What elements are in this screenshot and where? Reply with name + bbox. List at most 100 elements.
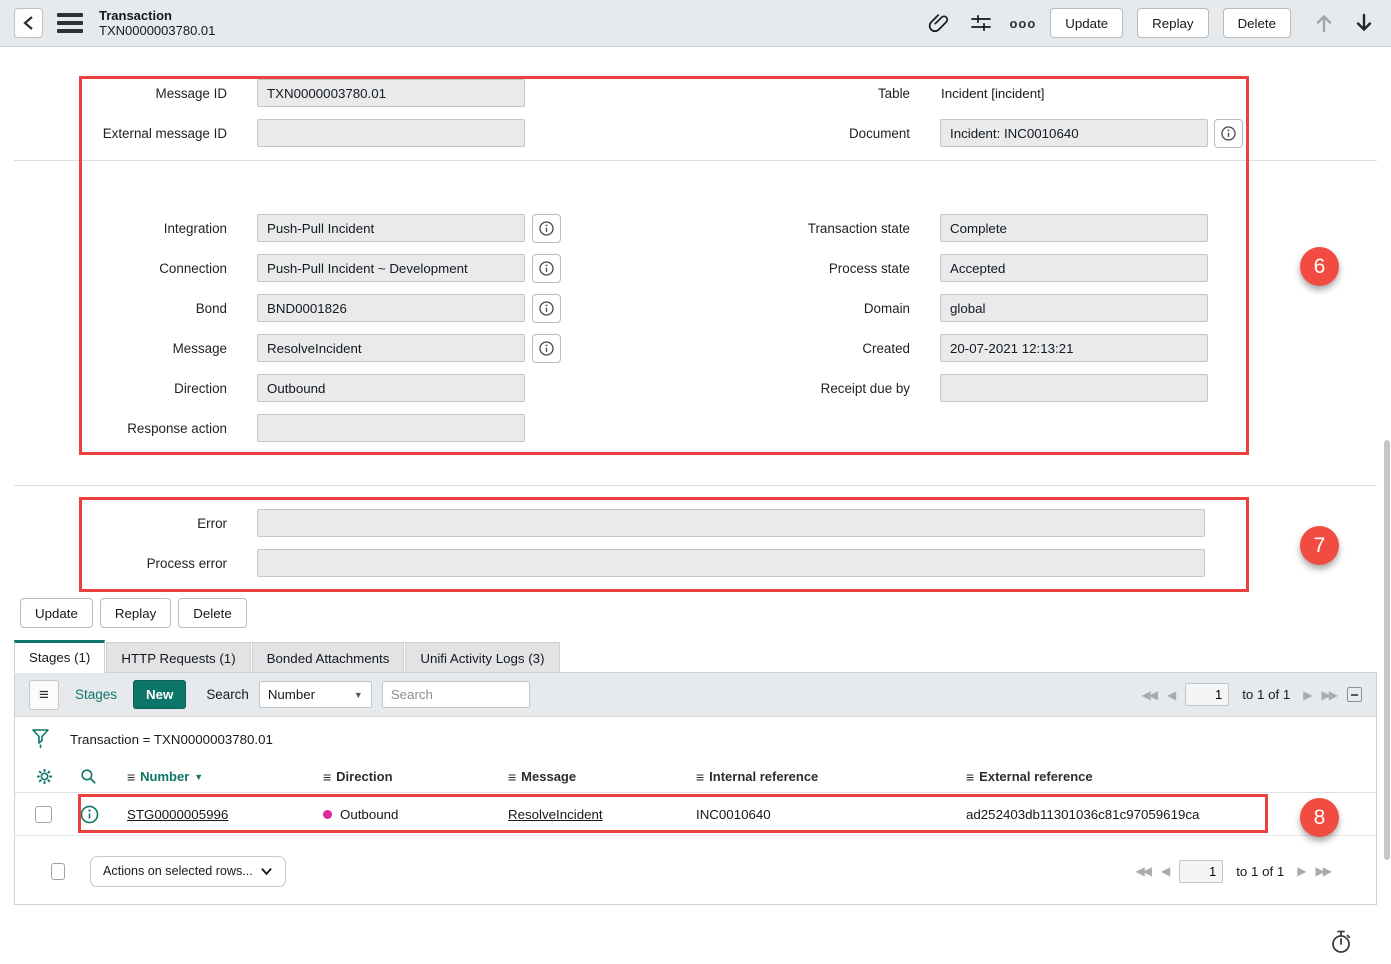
tab-stages[interactable]: Stages (1) <box>14 640 105 673</box>
connection-field[interactable]: Push-Pull Incident ~ Development <box>257 254 525 282</box>
search-column-select[interactable]: Number ▼ <box>259 681 372 708</box>
divider <box>14 485 1377 486</box>
last-page-icon[interactable]: ▶▶ <box>1316 864 1330 878</box>
next-page-icon[interactable]: ▶ <box>1297 864 1304 878</box>
receipt-due-by-field[interactable] <box>940 374 1208 402</box>
document-info-button[interactable] <box>1214 119 1243 148</box>
message-info-button[interactable] <box>532 334 561 363</box>
search-column-value: Number <box>268 687 315 702</box>
external-reference-cell: ad252403db11301036c81c97059619ca <box>966 807 1199 822</box>
column-header-direction[interactable]: ≡ Direction <box>323 769 508 785</box>
search-icon[interactable] <box>79 767 98 786</box>
actions-select-value: Actions on selected rows... <box>103 864 253 878</box>
update-button[interactable]: Update <box>1050 8 1123 38</box>
document-field[interactable]: Incident: INC0010640 <box>940 119 1208 147</box>
list-title[interactable]: Stages <box>75 687 117 702</box>
context-menu-icon[interactable] <box>55 11 85 35</box>
field-label: Message <box>82 341 227 356</box>
bond-info-button[interactable] <box>532 294 561 323</box>
field-label: Integration <box>82 221 227 236</box>
bond-field[interactable]: BND0001826 <box>257 294 525 322</box>
message-field[interactable]: ResolveIncident <box>257 334 525 362</box>
stage-message-link[interactable]: ResolveIncident <box>508 807 603 822</box>
personalize-form-icon[interactable] <box>967 9 995 37</box>
tab-http-requests[interactable]: HTTP Requests (1) <box>106 642 250 673</box>
transaction-state-field[interactable]: Complete <box>940 214 1208 242</box>
previous-page-icon[interactable]: ◀ <box>1161 864 1168 878</box>
info-icon <box>538 220 555 237</box>
transaction-form: Message ID TXN0000003780.01 Table Incide… <box>82 79 1246 454</box>
vertical-scrollbar[interactable] <box>1384 440 1390 860</box>
column-header-external-reference[interactable]: ≡ External reference <box>966 769 1376 785</box>
chevron-down-icon: ▼ <box>354 690 363 700</box>
last-page-icon[interactable]: ▶▶ <box>1322 688 1336 702</box>
chevron-left-icon <box>21 14 37 32</box>
column-header-message[interactable]: ≡ Message <box>508 769 696 785</box>
created-field[interactable]: 20-07-2021 12:13:21 <box>940 334 1208 362</box>
field-label: Error <box>82 516 227 531</box>
field-label: Receipt due by <box>652 381 910 396</box>
search-input[interactable] <box>382 681 530 708</box>
list-footer: Actions on selected rows... ◀◀ ◀ to 1 of… <box>15 836 1376 906</box>
first-page-icon[interactable]: ◀◀ <box>1136 864 1150 878</box>
select-all-checkbox[interactable] <box>51 863 65 880</box>
page-number-input[interactable] <box>1179 860 1223 883</box>
new-stage-button[interactable]: New <box>133 680 186 709</box>
row-checkbox[interactable] <box>35 806 52 823</box>
list-header-row: ≡ Number ▼ ≡ Direction ≡ Message ≡ Inter… <box>15 761 1376 793</box>
integration-field[interactable]: Push-Pull Incident <box>257 214 525 242</box>
field-label: Process state <box>652 261 910 276</box>
direction-field[interactable]: Outbound <box>257 374 525 402</box>
update-button-bottom[interactable]: Update <box>20 598 93 628</box>
column-menu-icon: ≡ <box>508 769 516 785</box>
next-record-icon[interactable] <box>1351 9 1377 37</box>
field-label: Bond <box>82 301 227 316</box>
message-id-field[interactable]: TXN0000003780.01 <box>257 79 525 107</box>
domain-field[interactable]: global <box>940 294 1208 322</box>
list-menu-icon[interactable]: ≡ <box>29 680 59 710</box>
page-title: Transaction TXN0000003780.01 <box>99 8 215 38</box>
related-list-tabs: Stages (1) HTTP Requests (1) Bonded Atta… <box>14 640 561 673</box>
replay-button-bottom[interactable]: Replay <box>100 598 171 628</box>
list-pagination-bottom: ◀◀ ◀ to 1 of 1 ▶ ▶▶ <box>1136 860 1330 883</box>
page-number-input[interactable] <box>1185 683 1229 706</box>
external-message-id-field[interactable] <box>257 119 525 147</box>
tab-unifi-activity-logs[interactable]: Unifi Activity Logs (3) <box>405 642 559 673</box>
filter-icon[interactable] <box>31 727 50 751</box>
info-icon <box>538 340 555 357</box>
delete-button[interactable]: Delete <box>1223 8 1291 38</box>
error-field[interactable] <box>257 509 1205 537</box>
filter-breadcrumb[interactable]: Transaction = TXN0000003780.01 <box>70 732 273 747</box>
first-page-icon[interactable]: ◀◀ <box>1142 688 1156 702</box>
replay-button[interactable]: Replay <box>1137 8 1208 38</box>
more-options-icon[interactable]: ooo <box>1009 16 1036 31</box>
column-menu-icon: ≡ <box>966 769 974 785</box>
next-page-icon[interactable]: ▶ <box>1303 688 1310 702</box>
stopwatch-icon[interactable] <box>1328 928 1354 956</box>
annotation-callout-6: 6 <box>1300 247 1339 286</box>
attachment-icon[interactable] <box>925 9 953 37</box>
column-header-internal-reference[interactable]: ≡ Internal reference <box>696 769 966 785</box>
page-range-label: to 1 of 1 <box>1236 864 1284 879</box>
process-error-field[interactable] <box>257 549 1205 577</box>
response-action-field[interactable] <box>257 414 525 442</box>
row-info-icon[interactable] <box>79 804 100 825</box>
previous-record-icon[interactable] <box>1311 9 1337 37</box>
gear-icon[interactable] <box>35 767 54 786</box>
connection-info-button[interactable] <box>532 254 561 283</box>
integration-info-button[interactable] <box>532 214 561 243</box>
collapse-list-icon[interactable] <box>1347 687 1362 702</box>
previous-page-icon[interactable]: ◀ <box>1167 688 1174 702</box>
process-state-field[interactable]: Accepted <box>940 254 1208 282</box>
tab-bonded-attachments[interactable]: Bonded Attachments <box>252 642 405 673</box>
stages-toolbar: ≡ Stages New Search Number ▼ ◀◀ ◀ to 1 o… <box>15 673 1376 717</box>
top-header-bar: Transaction TXN0000003780.01 ooo Update … <box>0 0 1391 47</box>
search-label: Search <box>206 687 248 702</box>
back-button[interactable] <box>14 8 43 38</box>
stage-number-link[interactable]: STG0000005996 <box>127 807 228 822</box>
direction-dot-icon <box>323 810 332 819</box>
sort-desc-icon: ▼ <box>194 772 203 782</box>
column-header-number[interactable]: ≡ Number ▼ <box>127 769 323 785</box>
actions-select[interactable]: Actions on selected rows... <box>90 856 286 887</box>
delete-button-bottom[interactable]: Delete <box>178 598 246 628</box>
